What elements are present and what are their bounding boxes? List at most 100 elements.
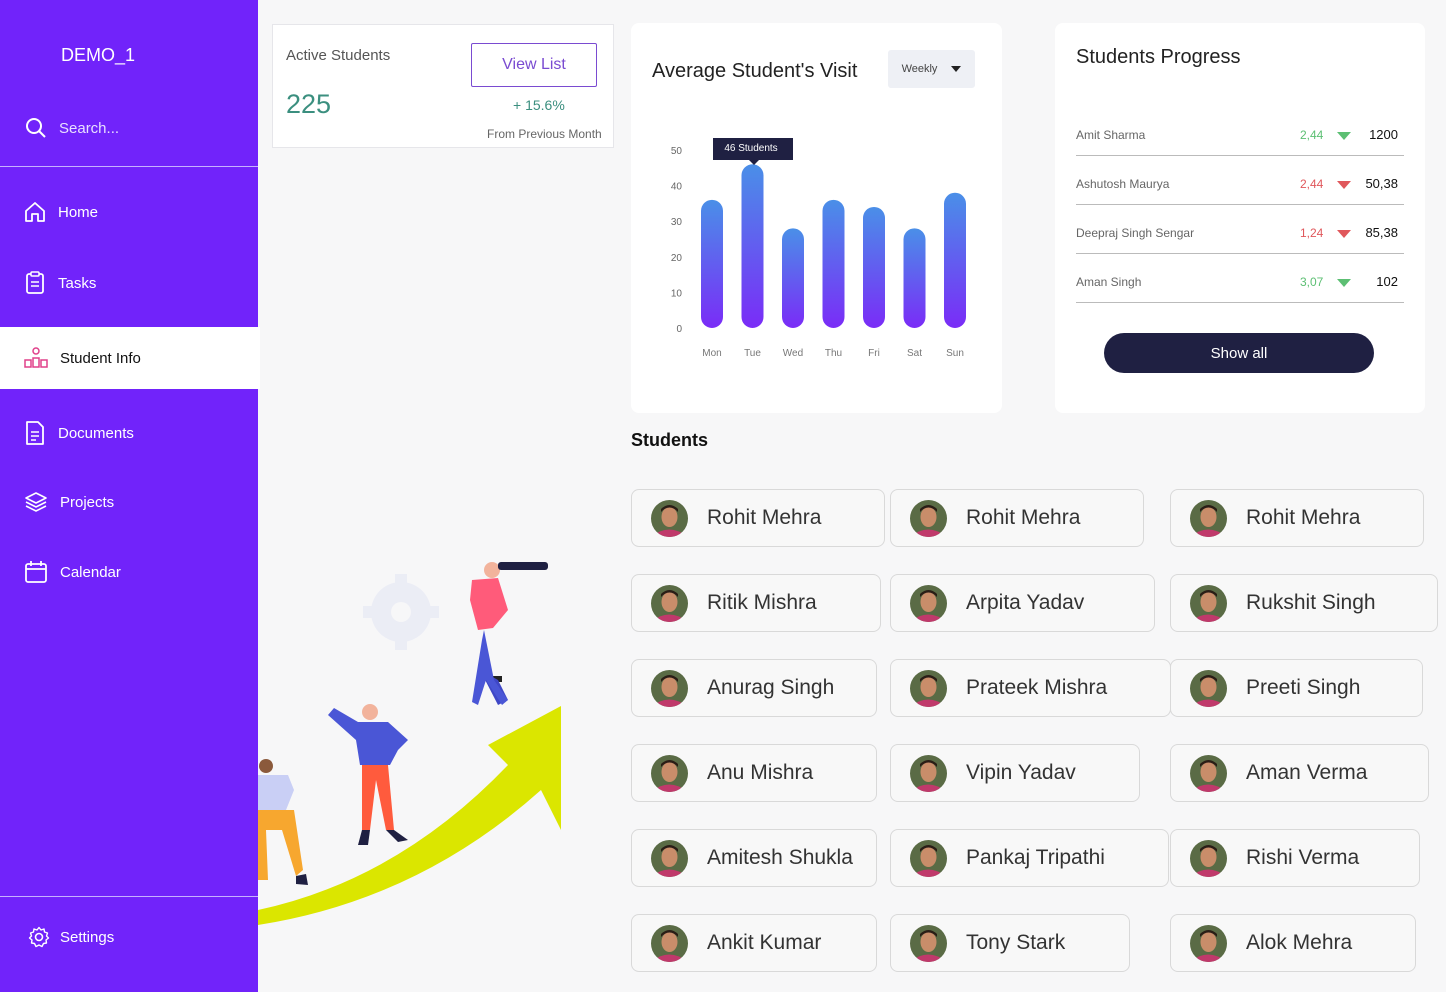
student-card[interactable]: Amitesh Shukla	[631, 829, 877, 887]
student-card[interactable]: Rukshit Singh	[1170, 574, 1438, 632]
brand-name: DEMO_1	[61, 45, 136, 65]
student-card[interactable]: Ankit Kumar	[631, 914, 877, 972]
student-card[interactable]: Arpita Yadav	[890, 574, 1155, 632]
x-tick-label: Fri	[868, 348, 880, 359]
bar-wed[interactable]	[782, 228, 804, 328]
student-card[interactable]: Rishi Verma	[1170, 829, 1420, 887]
sidebar-item-tasks[interactable]: Tasks	[0, 270, 258, 296]
student-name: Prateek Mishra	[966, 676, 1108, 699]
clipboard-icon	[26, 271, 44, 294]
sidebar-item-projects[interactable]: Projects	[0, 489, 258, 515]
student-card[interactable]: Aman Verma	[1170, 744, 1429, 802]
show-all-button[interactable]: Show all	[1104, 333, 1374, 373]
bar-mon[interactable]	[701, 199, 723, 328]
sidebar-divider	[0, 166, 258, 167]
sidebar-item-documents[interactable]: Documents	[0, 420, 258, 446]
progress-row: Amit Sharma 2,44 1200	[1076, 116, 1404, 156]
avatar	[910, 924, 947, 962]
student-name: Amitesh Shukla	[707, 846, 853, 869]
student-name: Ankit Kumar	[707, 931, 822, 954]
student-card[interactable]: Rohit Mehra	[1170, 489, 1424, 547]
search-input[interactable]: Search...	[59, 120, 119, 137]
sidebar-item-student-info[interactable]: Student Info	[0, 327, 260, 389]
student-name: Aman Verma	[1246, 761, 1368, 784]
sidebar-item-calendar[interactable]: Calendar	[0, 559, 258, 585]
search-box[interactable]: Search...	[25, 117, 119, 139]
avatar	[1190, 839, 1227, 877]
progress-student-name: Aman Singh	[1076, 275, 1142, 289]
active-students-count: 225	[286, 89, 332, 119]
change-percent: + 15.6%	[513, 97, 565, 113]
person-with-telescope	[470, 562, 548, 705]
bar-fri[interactable]	[863, 206, 885, 328]
student-card[interactable]: Rohit Mehra	[890, 489, 1144, 547]
avatar	[651, 669, 688, 707]
avatar	[910, 499, 947, 537]
x-tick-label: Sat	[907, 348, 922, 359]
trend-arrow-icon	[1337, 279, 1351, 287]
x-tick-label: Tue	[744, 348, 761, 359]
trend-arrow-icon	[1337, 230, 1351, 238]
students-progress-card: Students Progress Amit Sharma 2,44 1200 Ash…	[1055, 23, 1425, 413]
bar-sun[interactable]	[944, 192, 966, 328]
settings-button[interactable]: Settings	[28, 926, 114, 948]
y-tick-label: 20	[671, 253, 683, 264]
sidebar-item-label: Tasks	[58, 274, 97, 292]
progress-student-name: Amit Sharma	[1076, 128, 1146, 142]
student-card[interactable]: Tony Stark	[890, 914, 1130, 972]
gear-icon	[363, 574, 439, 650]
avatar	[1190, 669, 1227, 707]
org-chart-icon	[24, 347, 48, 368]
avatar	[1190, 924, 1227, 962]
progress-total: 1200	[1369, 127, 1398, 142]
calendar-icon	[25, 561, 47, 583]
person-cheering	[258, 759, 308, 885]
student-name: Pankaj Tripathi	[966, 846, 1105, 869]
sidebar-divider	[0, 896, 258, 897]
change-period: From Previous Month	[487, 127, 602, 141]
student-card[interactable]: Alok Mehra	[1170, 914, 1416, 972]
avatar	[1190, 754, 1227, 792]
student-card[interactable]: Prateek Mishra	[890, 659, 1171, 717]
student-name: Preeti Singh	[1246, 676, 1361, 699]
y-tick-label: 10	[671, 288, 683, 299]
student-card[interactable]: Vipin Yadav	[890, 744, 1140, 802]
student-card[interactable]: Pankaj Tripathi	[890, 829, 1169, 887]
home-icon	[25, 202, 45, 222]
sidebar-item-label: Home	[58, 203, 99, 221]
avatar	[651, 839, 688, 877]
sidebar-item-label: Documents	[58, 424, 134, 442]
x-tick-label: Wed	[783, 348, 803, 359]
student-name: Rohit Mehra	[966, 506, 1081, 529]
student-name: Arpita Yadav	[966, 591, 1085, 614]
student-card[interactable]: Ritik Mishra	[631, 574, 881, 632]
sidebar-item-home[interactable]: Home	[0, 199, 258, 225]
progress-change-value: 2,44	[1300, 177, 1324, 191]
progress-change-value: 2,44	[1300, 128, 1324, 142]
bar-sat[interactable]	[903, 228, 926, 328]
layers-icon	[25, 492, 47, 512]
student-card[interactable]: Rohit Mehra	[631, 489, 885, 547]
bar-chart: 0 10 20 30 40 50 Mon Tue Wed Thu Fri Sat Sun 46 Stu…	[671, 138, 966, 359]
view-list-button[interactable]: View List	[471, 43, 597, 87]
progress-total: 85,38	[1365, 225, 1398, 240]
student-card[interactable]: Anu Mishra	[631, 744, 877, 802]
student-name: Alok Mehra	[1246, 931, 1353, 954]
sidebar-item-label: Projects	[60, 493, 115, 511]
avatar	[910, 754, 947, 792]
student-name: Anurag Singh	[707, 676, 835, 699]
student-name: Rukshit Singh	[1246, 591, 1376, 614]
avatar	[651, 754, 688, 792]
student-card[interactable]: Preeti Singh	[1170, 659, 1423, 717]
sidebar: DEMO_1 Search... Home Tasks Student Info…	[0, 0, 260, 992]
x-tick-label: Mon	[702, 348, 721, 359]
student-name: Rohit Mehra	[1246, 506, 1361, 529]
avatar	[910, 669, 947, 707]
progress-change-value: 1,24	[1300, 226, 1324, 240]
students-section-title: Students	[631, 430, 709, 450]
avatar	[1190, 499, 1227, 537]
bar-tue[interactable]	[741, 164, 764, 328]
active-students-card: Active Students 225 View List + 15.6% Fr…	[272, 24, 614, 148]
bar-thu[interactable]	[822, 199, 845, 328]
student-card[interactable]: Anurag Singh	[631, 659, 877, 717]
